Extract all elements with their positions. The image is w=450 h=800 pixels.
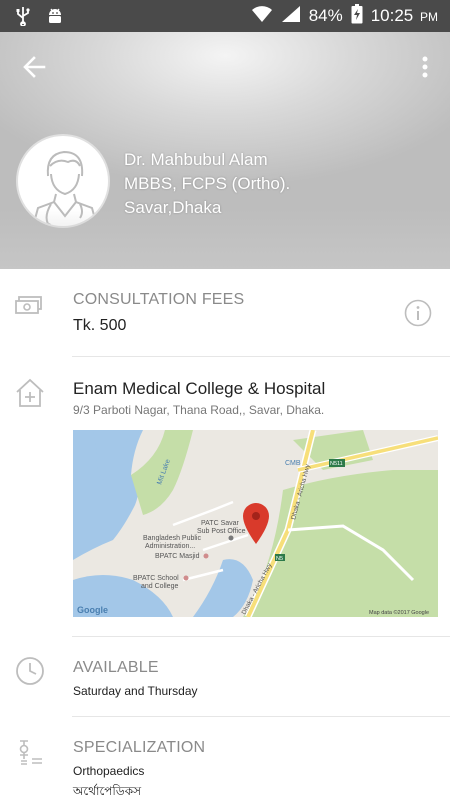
specialization-value: Orthopaedics	[73, 764, 145, 778]
map-poi-icon	[183, 575, 189, 581]
overflow-menu-button[interactable]	[418, 52, 432, 82]
doctor-location: Savar,Dhaka	[124, 198, 222, 217]
map-credit: Map data ©2017 Google	[369, 609, 429, 616]
hospital-name[interactable]: Enam Medical College & Hospital	[73, 379, 325, 399]
hospital-map[interactable]: Mit Lake CMB N511 PATC Savar Sub Post Off…	[73, 430, 438, 617]
map-label-patc: PATC Savar Sub Post Office	[197, 520, 246, 535]
back-button[interactable]	[20, 52, 50, 82]
map-label-bpa: Bangladesh Public Administration...	[143, 535, 201, 550]
availability-value: Saturday and Thursday	[73, 684, 198, 698]
battery-charging-icon	[351, 3, 363, 29]
doctor-info: Dr. Mahbubul Alam MBBS, FCPS (Ortho). Sa…	[124, 148, 290, 220]
doctor-avatar	[16, 134, 110, 228]
clock: 10:25 PM	[371, 6, 438, 26]
hospital-address: 9/3 Parboti Nagar, Thana Road,, Savar, D…	[73, 403, 325, 417]
battery-percent: 84%	[308, 6, 343, 25]
doctor-illustration-icon	[32, 150, 98, 226]
wifi-icon	[251, 5, 273, 28]
map-label-cmb: CMB	[285, 460, 301, 467]
fees-info-button[interactable]	[404, 299, 432, 327]
more-vert-icon	[422, 56, 428, 78]
signal-icon	[281, 5, 301, 28]
fees-section: CONSULTATION FEES Tk. 500	[0, 269, 450, 357]
specialization-value-bengali: অর্থোপেডিকস	[73, 784, 142, 798]
fees-value: Tk. 500	[73, 317, 127, 334]
specialization-section: SPECIALIZATION Orthopaedics অর্থোপেডিকস	[0, 717, 450, 800]
map-label-masjid: BPATC Masjid	[155, 553, 200, 560]
specialization-title: SPECIALIZATION	[73, 739, 206, 756]
clock-ampm: PM	[420, 10, 438, 24]
money-icon	[14, 291, 46, 323]
hospital-icon	[14, 377, 46, 409]
fees-title: CONSULTATION FEES	[73, 291, 245, 308]
clock-time: 10:25	[370, 6, 414, 25]
arrow-left-icon	[23, 56, 46, 78]
profile-header: Dr. Mahbubul Alam MBBS, FCPS (Ortho). Sa…	[0, 32, 450, 269]
availability-section: AVAILABLE Saturday and Thursday	[0, 637, 450, 717]
info-icon	[404, 299, 432, 327]
doctor-degrees: MBBS, FCPS (Ortho).	[124, 174, 291, 193]
doctor-name: Dr. Mahbubul Alam	[124, 150, 268, 169]
map-poi-icon	[228, 535, 234, 541]
usb-icon	[14, 6, 32, 31]
map-poi-icon	[203, 553, 209, 559]
specialization-icon	[14, 737, 46, 769]
map-google-logo: Google	[77, 605, 108, 615]
map-label-road-n: N511	[330, 461, 343, 467]
clock-icon	[14, 655, 46, 687]
map-graphic: Mit Lake CMB N511 PATC Savar Sub Post Off…	[73, 430, 438, 617]
availability-title: AVAILABLE	[73, 659, 159, 676]
android-icon	[46, 6, 64, 31]
map-label-n5: N5	[276, 556, 283, 562]
status-bar: 84% 10:25 PM	[0, 0, 450, 32]
